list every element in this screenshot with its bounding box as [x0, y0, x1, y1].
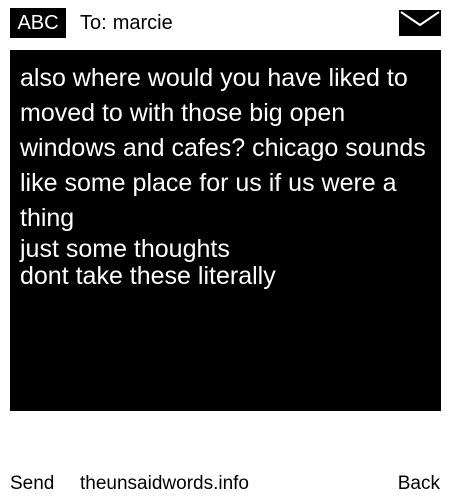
message-extra-line: just some thoughts — [20, 235, 230, 263]
header-bar: ABC To: marcie — [0, 0, 450, 46]
send-button[interactable]: Send — [10, 470, 54, 498]
message-compose-area[interactable]: also where would you have liked to moved… — [10, 50, 441, 411]
message-body: also where would you have liked to moved… — [20, 64, 426, 232]
envelope-icon — [399, 10, 441, 36]
message-extra-line: dont take these literally — [20, 262, 276, 290]
back-button[interactable]: Back — [398, 470, 440, 498]
site-label: theunsaidwords.info — [80, 473, 249, 494]
softkey-bar: Send theunsaidwords.info Back — [0, 470, 450, 498]
recipient-field[interactable]: To: marcie — [80, 9, 173, 37]
recipient-name: marcie — [112, 12, 173, 34]
input-mode-indicator[interactable]: ABC — [10, 8, 66, 38]
to-label: To: — [80, 12, 107, 34]
